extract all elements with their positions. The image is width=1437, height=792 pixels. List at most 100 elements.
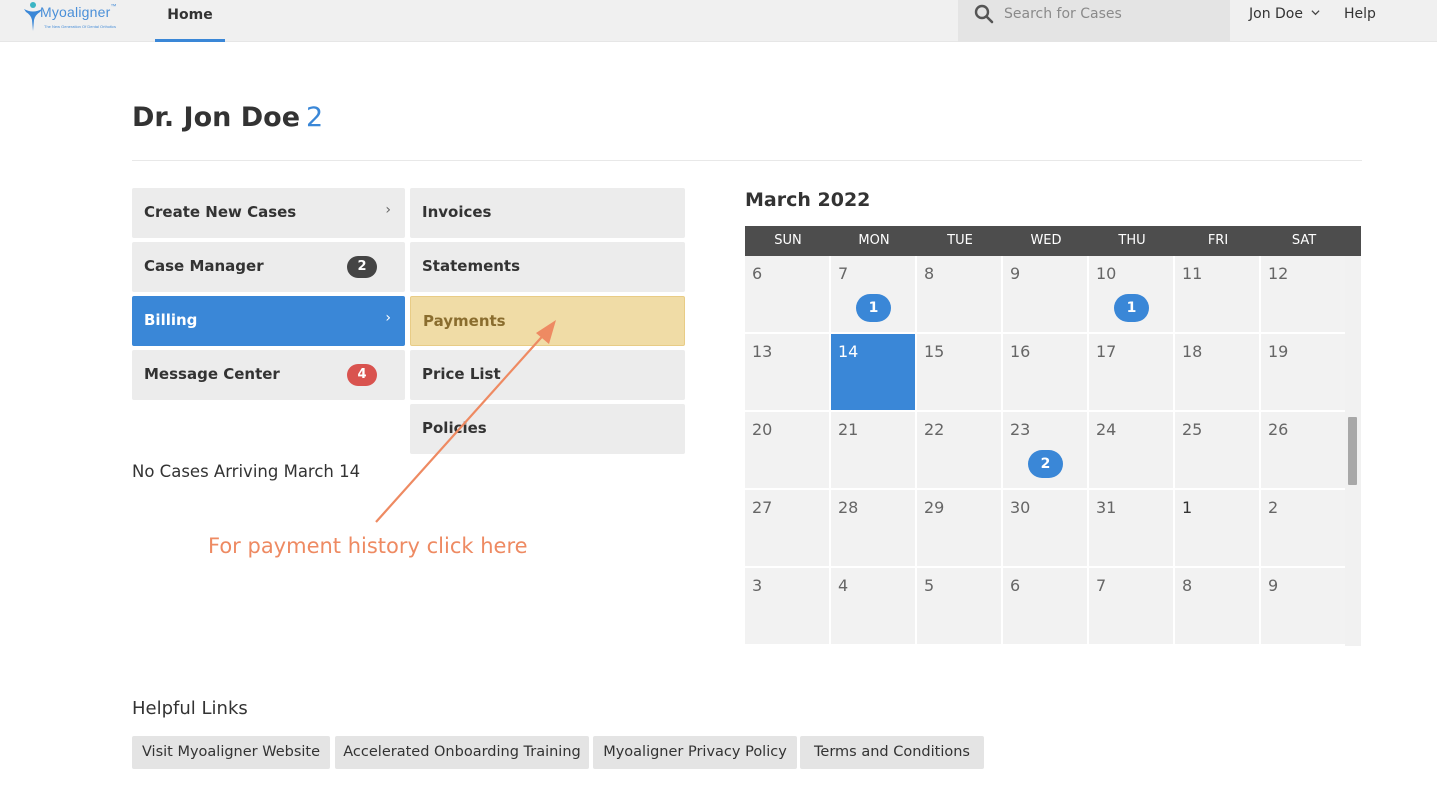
calendar-day[interactable]: 5: [917, 568, 1001, 644]
day-number: 8: [1182, 576, 1193, 595]
menu-item-label: Billing: [144, 311, 198, 329]
submenu-invoices[interactable]: Invoices: [410, 188, 685, 238]
submenu-item-label: Price List: [422, 365, 501, 383]
calendar: SUN MON TUE WED THU FRI SAT 6 7 1 8 9 10 1 11 12…: [745, 226, 1361, 646]
day-number: 28: [838, 498, 859, 517]
menu-item-label: Create New Cases: [144, 203, 297, 221]
menu-item-label: Message Center: [144, 365, 280, 383]
user-name: Jon Doe: [1249, 6, 1303, 22]
case-count-badge[interactable]: 1: [856, 294, 891, 322]
menu-message-center[interactable]: Message Center 4: [132, 350, 405, 400]
menu-item-label: Case Manager: [144, 257, 264, 275]
calendar-day[interactable]: 26: [1261, 412, 1345, 488]
calendar-day[interactable]: 7: [1089, 568, 1173, 644]
calendar-day[interactable]: 19: [1261, 334, 1345, 410]
nav-home-tab[interactable]: Home: [155, 0, 225, 42]
link-visit-website[interactable]: Visit Myoaligner Website: [132, 736, 330, 769]
calendar-day[interactable]: 17: [1089, 334, 1173, 410]
day-of-week-label: MON: [858, 233, 890, 248]
menu-case-manager[interactable]: Case Manager 2: [132, 242, 405, 292]
calendar-day[interactable]: 11: [1175, 256, 1259, 332]
calendar-day[interactable]: 8: [917, 256, 1001, 332]
day-number: 17: [1096, 342, 1117, 361]
day-number: 18: [1182, 342, 1203, 361]
submenu-price-list[interactable]: Price List: [410, 350, 685, 400]
calendar-day[interactable]: 28: [831, 490, 915, 566]
header-divider: [132, 160, 1362, 161]
calendar-day[interactable]: 16: [1003, 334, 1087, 410]
day-number: 27: [752, 498, 773, 517]
day-of-week-label: THU: [1118, 233, 1146, 248]
calendar-day[interactable]: 21: [831, 412, 915, 488]
calendar-day[interactable]: 18: [1175, 334, 1259, 410]
calendar-day[interactable]: 23 2: [1003, 412, 1087, 488]
helpful-links-title: Helpful Links: [132, 698, 248, 719]
link-privacy-policy[interactable]: Myoaligner Privacy Policy: [593, 736, 797, 769]
calendar-day[interactable]: 30: [1003, 490, 1087, 566]
calendar-day[interactable]: 3: [745, 568, 829, 644]
day-number: 7: [838, 264, 849, 283]
case-count-badge[interactable]: 1: [1114, 294, 1149, 322]
submenu-payments[interactable]: Payments: [410, 296, 685, 346]
calendar-day[interactable]: 71: [831, 256, 915, 332]
calendar-day[interactable]: 9: [1003, 256, 1087, 332]
calendar-day[interactable]: 31: [1089, 490, 1173, 566]
day-number: 26: [1268, 420, 1289, 439]
day-number: 24: [1096, 420, 1117, 439]
calendar-header: SUN MON TUE WED THU FRI SAT: [745, 226, 1361, 256]
calendar-day[interactable]: 9: [1261, 568, 1345, 644]
chevron-right-icon: ›: [385, 310, 391, 326]
day-number: 13: [752, 342, 773, 361]
calendar-day[interactable]: 10 1: [1089, 256, 1173, 332]
calendar-day[interactable]: 29: [917, 490, 1001, 566]
calendar-day[interactable]: 12: [1261, 256, 1345, 332]
day-of-week-label: SAT: [1291, 233, 1317, 248]
search-icon[interactable]: [974, 4, 994, 24]
menu-create-new-cases[interactable]: Create New Cases ›: [132, 188, 405, 238]
link-onboarding-training[interactable]: Accelerated Onboarding Training: [335, 736, 589, 769]
day-number: 31: [1096, 498, 1117, 517]
calendar-day[interactable]: 13: [745, 334, 829, 410]
calendar-day[interactable]: 20: [745, 412, 829, 488]
calendar-day[interactable]: 2: [1261, 490, 1345, 566]
submenu-item-label: Statements: [422, 257, 521, 275]
chevron-right-icon: ›: [385, 202, 391, 218]
calendar-day[interactable]: 15: [917, 334, 1001, 410]
calendar-day[interactable]: 6: [1003, 568, 1087, 644]
calendar-day[interactable]: 24: [1089, 412, 1173, 488]
calendar-day[interactable]: 8: [1175, 568, 1259, 644]
day-number: 25: [1182, 420, 1203, 439]
scrollbar-thumb[interactable]: [1348, 417, 1357, 485]
calendar-day[interactable]: 27: [745, 490, 829, 566]
search-input[interactable]: [1004, 4, 1214, 24]
user-menu[interactable]: Jon Doe: [1249, 6, 1320, 22]
link-terms-conditions[interactable]: Terms and Conditions: [800, 736, 984, 769]
day-of-week-label: TUE: [947, 233, 973, 248]
day-number: 29: [924, 498, 945, 517]
day-number: 4: [838, 576, 849, 595]
calendar-day[interactable]: 22: [917, 412, 1001, 488]
submenu-policies[interactable]: Policies: [410, 404, 685, 454]
help-link[interactable]: Help: [1344, 6, 1376, 22]
day-of-week-label: FRI: [1207, 233, 1229, 248]
calendar-title: March 2022: [745, 189, 871, 211]
day-number: 2: [1268, 498, 1279, 517]
page-title: Dr. Jon Doe 2: [132, 102, 323, 133]
day-number: 6: [1010, 576, 1021, 595]
calendar-day[interactable]: 4: [831, 568, 915, 644]
menu-billing[interactable]: Billing ›: [132, 296, 405, 346]
calendar-day[interactable]: 14: [831, 334, 915, 410]
day-number: 15: [924, 342, 945, 361]
calendar-day[interactable]: 25: [1175, 412, 1259, 488]
calendar-day[interactable]: 6: [745, 256, 829, 332]
day-of-week-label: WED: [1030, 233, 1062, 248]
case-count-badge[interactable]: 2: [1028, 450, 1063, 478]
day-number: 16: [1010, 342, 1031, 361]
day-of-week-label: SUN: [774, 233, 802, 248]
day-number: 1: [1182, 498, 1193, 517]
calendar-scrollbar[interactable]: [1345, 256, 1361, 646]
day-number: 5: [924, 576, 935, 595]
myoaligner-logo[interactable]: Myoaligner™ The New Generation Of Dental…: [22, 0, 132, 34]
calendar-day[interactable]: 1: [1175, 490, 1259, 566]
submenu-statements[interactable]: Statements: [410, 242, 685, 292]
